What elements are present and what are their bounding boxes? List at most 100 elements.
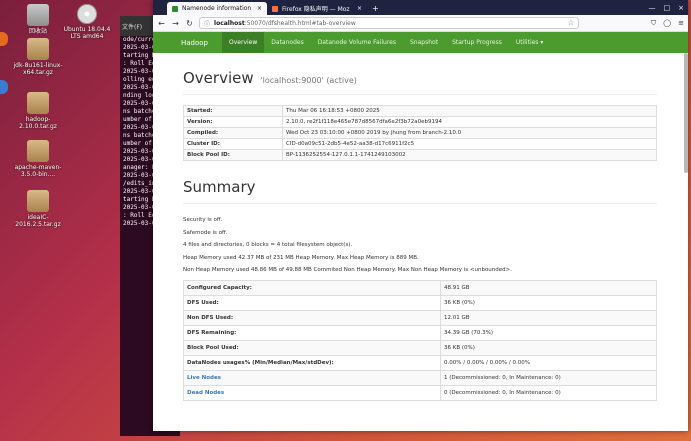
desktop-icon-jdk[interactable]: jdk-8u161-linux-x64.tar.gz xyxy=(10,38,66,76)
close-tab-icon[interactable]: × xyxy=(357,5,362,12)
summary-line: Safemode is off. xyxy=(183,229,228,236)
nav-overview[interactable]: Overview xyxy=(222,32,265,53)
row-key: Compiled: xyxy=(183,127,283,139)
dock-app-icon[interactable] xyxy=(0,32,8,46)
archive-icon xyxy=(27,190,49,212)
desktop-icon-label: 回收站 xyxy=(28,28,47,35)
url-host: localhost xyxy=(214,19,245,27)
overview-heading: Overview 'localhost:9000' (active) xyxy=(183,69,657,95)
forward-arrow-icon[interactable]: → xyxy=(171,19,180,28)
toolbar-right: ⛉ ◯ ≡ xyxy=(651,19,684,28)
terminal-menu-file[interactable]: 文件(F) xyxy=(122,24,142,31)
row-value: 1 (Decommissioned: 0, In Maintenance: 0) xyxy=(440,369,657,386)
row-value: 36 KB (0%) xyxy=(440,339,657,356)
table-row: Cluster ID: CID-d0a09c51-2db5-4e52-aa38-d… xyxy=(183,138,657,150)
summary-line: Security is off. xyxy=(183,217,223,223)
summary-line: Heap Memory used 42.37 MB of 231 MB Heap… xyxy=(183,254,419,261)
desktop-icon-label: jdk-8u161-linux-x64.tar.gz xyxy=(13,62,63,76)
row-key: Block Pool ID: xyxy=(183,149,283,161)
minimize-button[interactable]: — xyxy=(649,4,656,12)
row-key: Started: xyxy=(183,105,283,117)
back-arrow-icon[interactable]: ← xyxy=(157,19,166,28)
url-path: :50070/dfshealth.html#tab-overview xyxy=(244,19,356,27)
nodes-link[interactable]: Dead Nodes xyxy=(183,384,441,401)
row-key: Configured Capacity: xyxy=(183,279,441,296)
watermark: CSDN @Leslime xyxy=(613,422,685,432)
nav-startup-progress[interactable]: Startup Progress xyxy=(445,32,509,53)
desktop-icon-label: apache-maven-3.5.0-bin.... xyxy=(14,164,62,178)
table-row: Compiled: Wed Oct 23 03:10:00 +0800 2019 … xyxy=(183,127,657,139)
nav-utilities[interactable]: Utilities ▾ xyxy=(509,32,551,53)
hadoop-brand[interactable]: Hadoop xyxy=(181,39,208,47)
row-value: 0 (Decommissioned: 0, In Maintenance: 0) xyxy=(440,384,657,401)
close-window-button[interactable]: × xyxy=(678,4,684,12)
shield-icon[interactable]: ⛉ xyxy=(651,19,656,28)
account-icon[interactable]: ◯ xyxy=(663,19,671,28)
navigation-toolbar: ← → ↻ ⓘ localhost:50070/dfshealth.html#t… xyxy=(153,15,688,32)
trash-icon xyxy=(27,4,49,26)
table-row: Version: 2.10.0, re2f1f118e465e787d8567df… xyxy=(183,116,657,128)
nav-datanode-volume-failures[interactable]: Datanode Volume Failures xyxy=(311,32,403,53)
row-value: 36 KB (0%) xyxy=(440,294,657,311)
page-scrollbar[interactable] xyxy=(684,53,688,173)
summary-line: Non Heap Memory used 48.86 MB of 49.88 M… xyxy=(183,267,513,273)
tab-firefox-privacy[interactable]: Firefox 隐私声明 — Moz × xyxy=(267,2,367,15)
summary-title: Summary xyxy=(183,178,256,196)
row-value: 48.91 GB xyxy=(440,279,657,296)
table-row: DFS Used: 36 KB (0%) xyxy=(183,294,657,311)
hadoop-favicon-icon xyxy=(172,5,178,12)
row-value: Thu Mar 06 16:18:53 +0800 2025 xyxy=(282,105,657,117)
row-key: Cluster ID: xyxy=(183,138,283,150)
row-key: DFS Remaining: xyxy=(183,324,441,341)
tab-title: Firefox 隐私声明 — Moz xyxy=(282,6,350,13)
row-key: Non DFS Used: xyxy=(183,309,441,326)
row-value: CID-d0a09c51-2db5-4e52-aa38-d17c6911f2c5 xyxy=(282,138,657,150)
overview-title: Overview xyxy=(183,69,254,87)
page-content: Overview 'localhost:9000' (active) Start… xyxy=(153,69,688,401)
table-row: Block Pool ID: BP-1136252554-127.0.1.1-17… xyxy=(183,149,657,161)
table-row: DataNodes usages% (Min/Median/Max/stdDev… xyxy=(183,354,657,371)
archive-icon xyxy=(27,92,49,114)
firefox-window[interactable]: Namenode information × Firefox 隐私声明 — Mo… xyxy=(153,0,688,431)
row-key: DFS Used: xyxy=(183,294,441,311)
menu-icon[interactable]: ≡ xyxy=(678,19,684,28)
nodes-link[interactable]: Live Nodes xyxy=(183,369,441,386)
desktop-icon-trash[interactable]: 回收站 xyxy=(10,4,66,35)
summary-heading: Summary xyxy=(183,178,657,204)
url-bar[interactable]: ⓘ localhost:50070/dfshealth.html#tab-ove… xyxy=(199,17,579,29)
table-row: DFS Remaining: 34.39 GB (70.3%) xyxy=(183,324,657,341)
desktop-icon-ubuntu-disc[interactable]: Ubuntu 18.04.4 LTS amd64 xyxy=(59,4,115,40)
maximize-button[interactable]: □ xyxy=(664,4,671,12)
summary-table: Configured Capacity: 48.91 GB DFS Used: 36 … xyxy=(183,279,657,401)
page-info-icon[interactable]: ⓘ xyxy=(204,19,210,28)
summary-text: Security is off. Safemode is off. 4 files … xyxy=(183,214,657,277)
row-value: 0.00% / 0.00% / 0.00% / 0.00% xyxy=(440,354,657,371)
row-value: Wed Oct 23 03:10:00 +0800 2019 by jhung … xyxy=(282,127,657,139)
new-tab-button[interactable]: + xyxy=(367,4,384,15)
nav-snapshot[interactable]: Snapshot xyxy=(403,32,445,53)
desktop-icon-idea[interactable]: ideaIC-2016.2.5.tar.gz xyxy=(10,190,66,228)
table-row: Non DFS Used: 12.01 GB xyxy=(183,309,657,326)
reload-icon[interactable]: ↻ xyxy=(185,19,194,28)
table-row: Configured Capacity: 48.91 GB xyxy=(183,279,657,296)
firefox-favicon-icon xyxy=(272,5,278,12)
dock-app-icon[interactable] xyxy=(0,80,8,94)
bookmark-star-icon[interactable]: ☆ xyxy=(568,19,574,27)
disc-icon xyxy=(77,4,97,24)
close-tab-icon[interactable]: × xyxy=(257,5,262,12)
row-key: Version: xyxy=(183,116,283,128)
desktop-icon-hadoop[interactable]: hadoop-2.10.0.tar.gz xyxy=(10,92,66,130)
row-value: 34.39 GB (70.3%) xyxy=(440,324,657,341)
desktop-icon-maven[interactable]: apache-maven-3.5.0-bin.... xyxy=(10,140,66,178)
row-value: 2.10.0, re2f1f118e465e787d8567dfa6e2f3b7… xyxy=(282,116,657,128)
table-row: Dead Nodes 0 (Decommissioned: 0, In Maint… xyxy=(183,384,657,401)
overview-subtitle: 'localhost:9000' (active) xyxy=(260,76,357,85)
table-row: Live Nodes 1 (Decommissioned: 0, In Maint… xyxy=(183,369,657,386)
nav-datanodes[interactable]: Datanodes xyxy=(264,32,310,53)
archive-icon xyxy=(27,140,49,162)
tab-namenode-information[interactable]: Namenode information × xyxy=(167,2,267,15)
tab-title: Namenode information xyxy=(182,5,252,12)
table-row: Block Pool Used: 36 KB (0%) xyxy=(183,339,657,356)
summary-line: 4 files and directories, 0 blocks = 4 to… xyxy=(183,242,353,248)
window-controls: — □ × xyxy=(649,4,689,15)
